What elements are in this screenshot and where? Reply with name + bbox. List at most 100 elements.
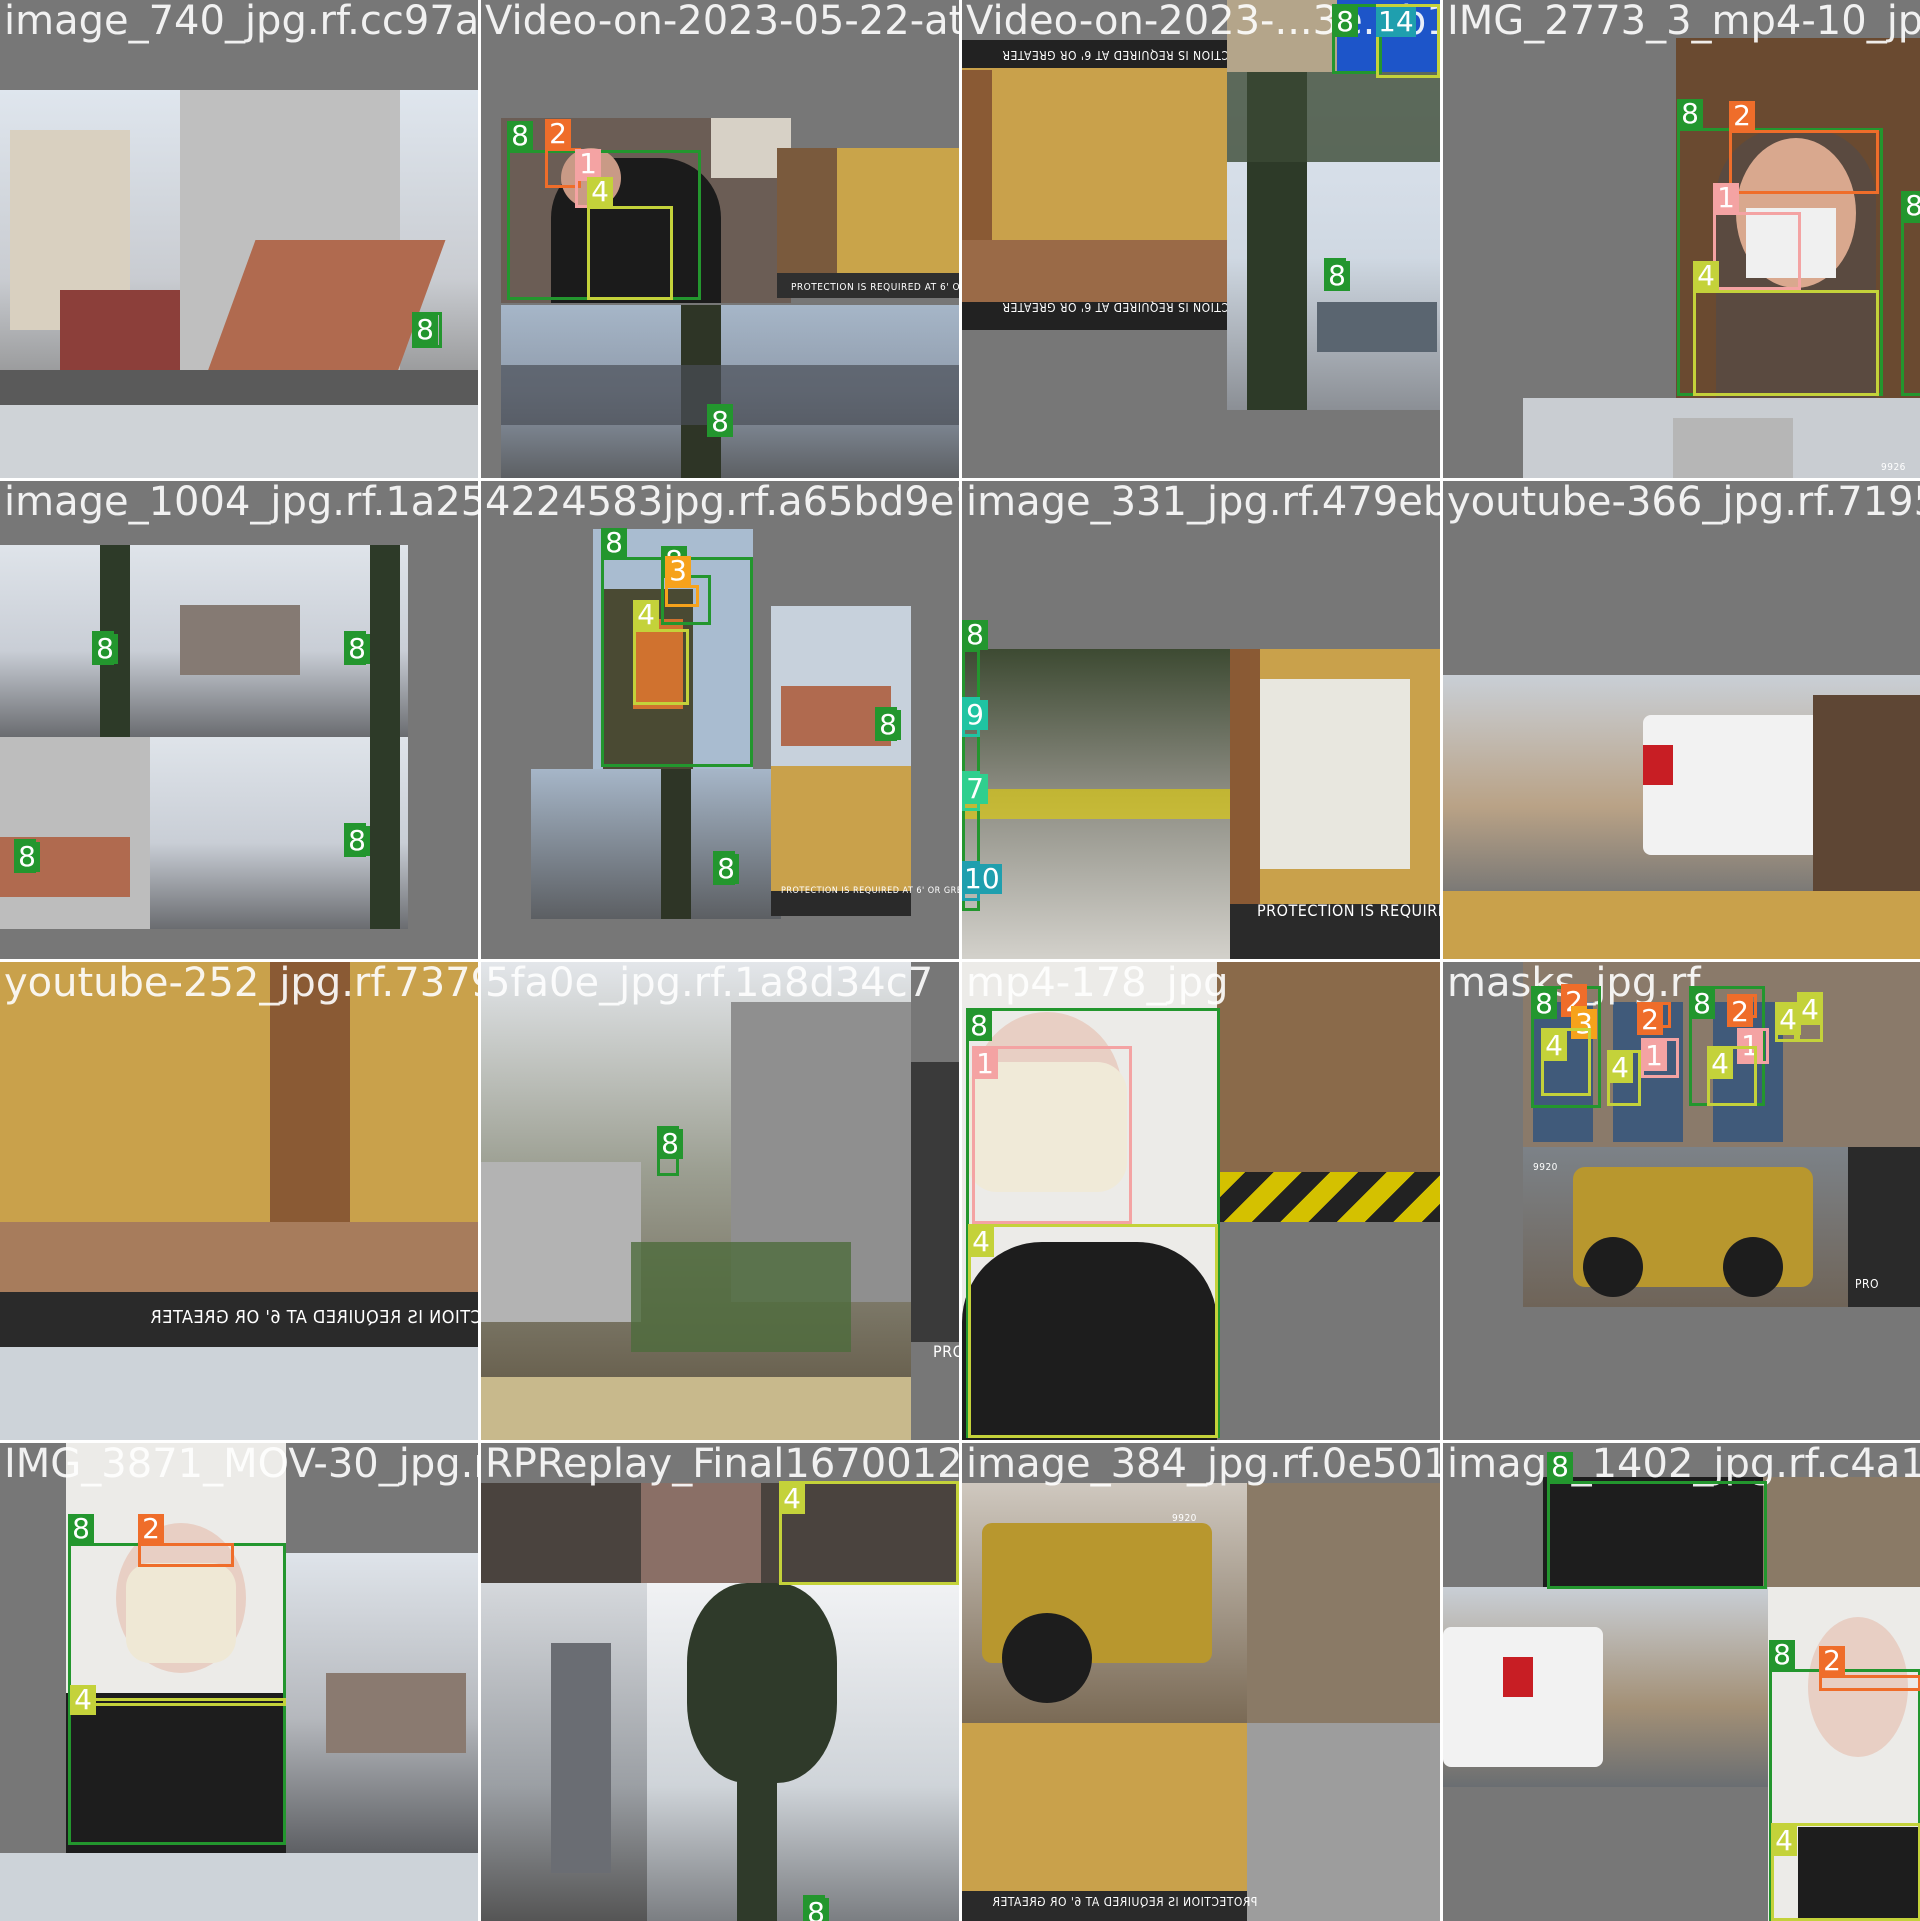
photo xyxy=(286,1553,478,1853)
photo xyxy=(1523,1147,1848,1307)
bbox-4: 4 xyxy=(968,1224,1218,1438)
photo xyxy=(962,40,1227,330)
bbox-label: 8 xyxy=(713,854,739,884)
bbox-label: 8 xyxy=(803,1898,829,1921)
bbox-8: 8 xyxy=(92,631,118,665)
caption: PROTECTION IS REQUIRED AT 6' OR GREATER xyxy=(781,886,959,896)
bbox-3: 3 xyxy=(665,556,699,607)
tile-9: PRO 5fa0e_jpg.rf.1a8d34c7 8 xyxy=(481,962,959,1440)
tile-13: RPReplay_Final16700120 4 8 xyxy=(481,1443,959,1921)
bbox-label: 2 xyxy=(545,119,571,149)
tile-title: image_740_jpg.rf.cc97a80e39d4a6e1cf93155 xyxy=(4,0,478,44)
bbox-label: 4 xyxy=(633,600,659,630)
bbox-8: 8 xyxy=(68,1514,286,1845)
bbox-4: 4 xyxy=(1775,1002,1801,1042)
bbox-label: 8 xyxy=(507,121,533,151)
photo xyxy=(962,649,1230,959)
bbox-label: 8 xyxy=(601,528,627,558)
photo xyxy=(531,769,781,919)
photo xyxy=(777,148,959,298)
tile-title: 4224583jpg.rf.a65bd9e1d2a xyxy=(485,481,959,525)
bbox-label: 10 xyxy=(962,862,1002,895)
bbox-label: 8 xyxy=(1901,191,1920,221)
bbox-8: 8 xyxy=(14,839,40,873)
tile-8: PROTECTION IS REQUIRED AT 6' OR GREATER … xyxy=(0,962,478,1440)
photo xyxy=(962,1483,1247,1723)
caption: PROTECTION IS REQUIRED AT 6' OR G xyxy=(1257,901,1440,920)
bbox-label: 1 xyxy=(972,1049,998,1079)
bbox-4: 4 xyxy=(1607,1050,1641,1106)
bbox-label: 4 xyxy=(968,1227,994,1257)
bbox-label: 8 xyxy=(657,1129,683,1159)
tile-1: PROTECTION IS REQUIRED AT 6' OR GREATER … xyxy=(481,0,959,478)
bbox-label: 2 xyxy=(138,1514,164,1544)
bbox-2: 2 xyxy=(1729,101,1879,194)
bbox-label: 8 xyxy=(1689,989,1715,1019)
bbox-8: 8 xyxy=(707,404,733,437)
bbox-3: 3 xyxy=(1571,1006,1597,1039)
bbox-4: 4 xyxy=(779,1481,959,1585)
bbox-10: 10 xyxy=(962,861,1002,901)
bbox-label: 2 xyxy=(1819,1646,1845,1676)
tile-6: PROTECTION IS REQUIRED AT 6' OR G image_… xyxy=(962,481,1440,959)
caption: PROTECTION IS REQUIRED AT 6' OR GREATER xyxy=(992,1895,1258,1909)
bbox-8: 8 xyxy=(412,312,442,348)
bbox-label: 8 xyxy=(1769,1640,1795,1670)
bbox-2: 2 xyxy=(138,1514,234,1567)
bbox-label: 4 xyxy=(1771,1826,1797,1856)
photo xyxy=(501,305,959,478)
photo xyxy=(771,606,911,766)
bbox-8: 8 xyxy=(1901,191,1920,396)
tile-title: image_331_jpg.rf.479eb10462 xyxy=(966,481,1440,525)
bbox-label: 4 xyxy=(1797,995,1823,1025)
bbox-label: 8 xyxy=(875,710,901,740)
tile-title: image_1004_jpg.rf.1a25446f xyxy=(4,481,478,525)
caption: 9920 xyxy=(1172,1513,1197,1524)
bbox-1: 1 xyxy=(1641,1038,1679,1078)
bbox-label: 8 xyxy=(1332,7,1358,37)
bbox-label: 2 xyxy=(1727,997,1753,1027)
bbox-4: 4 xyxy=(1541,1028,1591,1096)
bbox-8: 8 xyxy=(1324,258,1350,291)
bbox-9: 9 xyxy=(962,697,988,737)
tile-11: 9920 PRO masks_jpg.rf 8 2 3 4 2 1 4 8 2 xyxy=(1443,962,1920,1440)
bbox-label: 9 xyxy=(962,700,988,730)
bbox-label: 8 xyxy=(14,842,40,872)
caption: 9926 xyxy=(1881,462,1906,473)
photo xyxy=(1227,72,1440,410)
bbox-label: 4 xyxy=(70,1685,96,1715)
bbox-label: 8 xyxy=(412,315,438,345)
photo xyxy=(911,1062,959,1342)
tile-0: image_740_jpg.rf.cc97a80e39d4a6e1cf93155… xyxy=(0,0,478,478)
bbox-2: 2 xyxy=(1727,994,1757,1027)
bbox-label: 7 xyxy=(962,774,988,804)
photo xyxy=(647,1583,959,1921)
bbox-label: 8 xyxy=(68,1514,94,1544)
tile-5: PROTECTION IS REQUIRED AT 6' OR GREATER … xyxy=(481,481,959,959)
caption: 9920 xyxy=(1533,1162,1558,1173)
photo xyxy=(1217,962,1440,1222)
bbox-4: 4 xyxy=(633,600,689,705)
photo xyxy=(1247,1483,1440,1723)
photo xyxy=(0,90,478,405)
bbox-label: 8 xyxy=(92,634,118,664)
bbox-8: 8 xyxy=(713,851,739,885)
tile-title: Video-on-2023-05-22-at-10_08 xyxy=(485,0,959,44)
bbox-label: 1 xyxy=(1641,1041,1667,1071)
photo xyxy=(0,1853,478,1921)
photo xyxy=(0,1347,478,1440)
tile-2: PROTECTION IS REQUIRED AT 6' OR GREATER … xyxy=(962,0,1440,478)
mosaic-grid: image_740_jpg.rf.cc97a80e39d4a6e1cf93155… xyxy=(0,0,1920,1921)
bbox-label: 4 xyxy=(1541,1031,1567,1061)
bbox-label: 8 xyxy=(1547,1452,1573,1482)
photo xyxy=(962,1723,1440,1921)
tile-12: IMG_3871_MOV-30_jpg.rf.8 8 2 4 xyxy=(0,1443,478,1921)
bbox-label: 4 xyxy=(587,177,613,207)
bbox-label: 8 xyxy=(344,634,370,664)
bbox-7: 7 xyxy=(962,771,988,811)
bbox-label: 8 xyxy=(1677,99,1703,129)
bbox-8: 8 xyxy=(1547,1452,1767,1589)
bbox-label: 4 xyxy=(1693,261,1719,291)
tile-3: 9926 IMG_2773_3_mp4-10_jpg.rf.0c 8 2 1 4… xyxy=(1443,0,1920,478)
bbox-label: 2 xyxy=(1729,101,1755,131)
